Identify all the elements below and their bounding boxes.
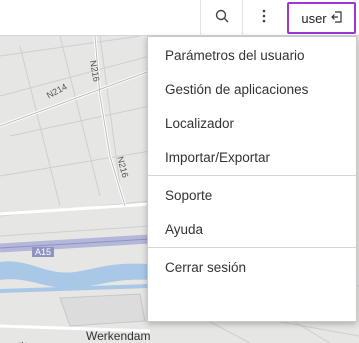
menu-item-support[interactable]: Soporte	[148, 178, 356, 212]
top-toolbar: user	[0, 0, 359, 36]
menu-item-locator[interactable]: Localizador	[148, 106, 356, 140]
search-icon	[215, 9, 229, 28]
more-options-button[interactable]	[242, 0, 284, 36]
menu-item-logout[interactable]: Cerrar sesión	[148, 250, 356, 284]
user-menu-button[interactable]: user	[287, 2, 356, 34]
menu-item-app-management[interactable]: Gestión de aplicaciones	[148, 72, 356, 106]
menu-item-help[interactable]: Ayuda	[148, 212, 356, 246]
menu-item-import-export[interactable]: Importar/Exportar	[148, 140, 356, 174]
user-dropdown-menu: Parámetros del usuario Gestión de aplica…	[147, 36, 357, 322]
menu-divider	[148, 175, 356, 176]
logout-icon	[330, 10, 342, 26]
menu-divider	[148, 247, 356, 248]
more-vertical-icon	[262, 9, 266, 28]
place-label-werkendam: Werkendam	[86, 329, 151, 343]
search-button[interactable]	[200, 0, 242, 36]
highway-shield: A15	[32, 247, 55, 257]
menu-item-user-parameters[interactable]: Parámetros del usuario	[148, 38, 356, 72]
user-label: user	[301, 10, 327, 26]
